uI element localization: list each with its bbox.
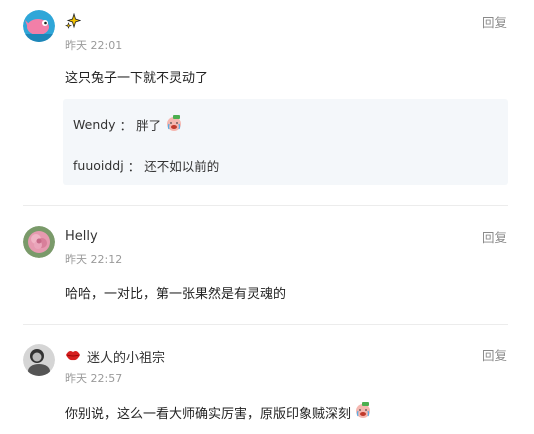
lips-icon <box>65 349 81 365</box>
username[interactable]: 迷人的小祖宗 <box>65 347 165 366</box>
username[interactable] <box>65 12 87 33</box>
reply-button[interactable]: 回复 <box>482 227 507 246</box>
reply-author[interactable]: fuuoiddj <box>73 158 124 173</box>
comment-text-body: 你别说，这么一看大师确实厉害，原版印象贼深刻 <box>65 406 352 422</box>
timestamp: 昨天 22:12 <box>65 253 123 266</box>
username-text: 迷人的小祖宗 <box>87 351 166 366</box>
comment-text: 这只兔子一下就不灵动了 <box>65 71 209 86</box>
timestamp: 昨天 22:01 <box>65 39 123 52</box>
comment-item: Helly 昨天 22:12 回复 哈哈，一对比，第一张果然是有灵魂的 <box>0 206 534 316</box>
avatar[interactable] <box>23 10 55 42</box>
crying-face-icon <box>165 114 183 135</box>
thread-reply: Wendy：胖了 <box>73 114 183 135</box>
avatar[interactable] <box>23 344 55 376</box>
reply-separator: ： <box>119 118 133 133</box>
comment-item: 昨天 22:01 回复 这只兔子一下就不灵动了 Wendy：胖了 fuuoidd… <box>0 0 534 200</box>
comment-text: 你别说，这么一看大师确实厉害，原版印象贼深刻 <box>65 401 372 423</box>
pink-bird-avatar-icon <box>23 10 55 42</box>
comment-item: 迷人的小祖宗 昨天 22:57 回复 你别说，这么一看大师确实厉害，原版印象贼深… <box>0 325 534 434</box>
reply-text: 胖了 <box>136 118 162 133</box>
username[interactable]: Helly <box>65 229 98 244</box>
timestamp: 昨天 22:57 <box>65 372 123 385</box>
sparkle-icon <box>65 12 82 33</box>
reply-separator: ： <box>127 159 141 174</box>
reply-button[interactable]: 回复 <box>482 12 507 31</box>
reply-thread: Wendy：胖了 fuuoiddj：还不如以前的 <box>63 99 508 185</box>
thread-reply: fuuoiddj：还不如以前的 <box>73 156 219 175</box>
flower-avatar-icon <box>23 226 55 258</box>
reply-text: 还不如以前的 <box>144 159 220 174</box>
reply-button[interactable]: 回复 <box>482 345 507 364</box>
comment-text: 哈哈，一对比，第一张果然是有灵魂的 <box>65 287 287 302</box>
crying-face-icon <box>354 401 372 423</box>
username-text: Helly <box>65 229 98 244</box>
avatar[interactable] <box>23 226 55 258</box>
reply-author[interactable]: Wendy <box>73 117 116 132</box>
bw-photo-avatar-icon <box>23 344 55 376</box>
